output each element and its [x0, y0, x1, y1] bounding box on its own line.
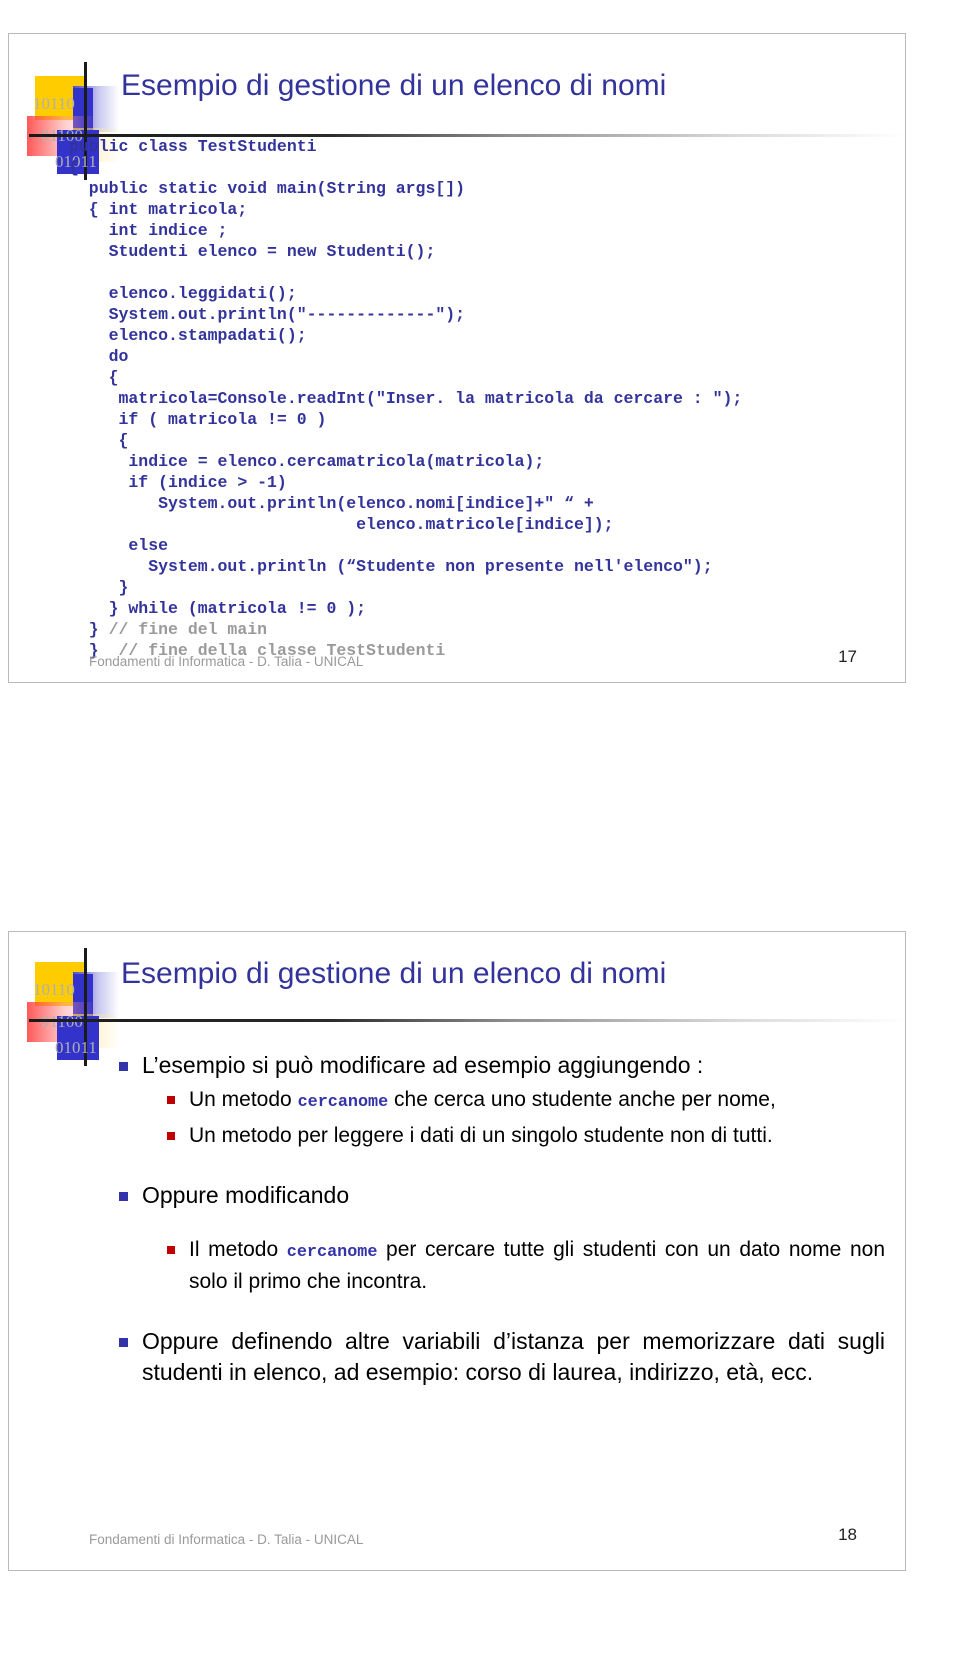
code-line: if ( matricola != 0 ) — [69, 410, 327, 429]
slide-2-title-rule — [29, 1019, 905, 1022]
code-line: System.out.println (“Studente non presen… — [69, 557, 713, 576]
logo-blue-square-top — [73, 974, 93, 1020]
logo-blue-gradient — [73, 972, 119, 1018]
bullet-text: Il metodo cercanome per cercare tutte gl… — [189, 1235, 885, 1296]
inline-code: cercanome — [297, 1093, 389, 1112]
bullet-text: Un metodo cercanome che cerca uno studen… — [189, 1085, 776, 1117]
slide-1-page-number: 17 — [838, 647, 857, 666]
bullet-item-level-1: Oppure definendo altre variabili d’istan… — [119, 1326, 885, 1388]
slide-2-footer: Fondamenti di Informatica - D. Talia - U… — [89, 1532, 364, 1547]
inline-text: Un metodo per leggere i dati di un singo… — [189, 1124, 773, 1147]
inline-text: che cerca uno studente anche per nome, — [388, 1088, 776, 1111]
code-comment: // fine del main — [108, 620, 268, 639]
bullet-text: Un metodo per leggere i dati di un singo… — [189, 1121, 773, 1150]
bullet-spacer — [119, 1300, 885, 1326]
bullet-square-icon — [167, 1246, 175, 1254]
code-line: elenco.stampadati(); — [69, 326, 307, 345]
code-line: } while (matricola != 0 ); — [69, 599, 367, 618]
slide-2-title: Esempio di gestione di un elenco di nomi — [121, 957, 667, 990]
code-line: { — [69, 368, 119, 387]
code-line: indice = elenco.cercamatricola(matricola… — [69, 452, 545, 471]
bullet-square-icon — [167, 1096, 175, 1104]
bullet-square-icon — [167, 1132, 175, 1140]
bullet-item-level-1: Oppure modificando — [119, 1180, 885, 1211]
logo-bits-top: 10110 — [33, 94, 75, 113]
code-line: System.out.println(elenco.nomi[indice]+"… — [69, 494, 594, 513]
logo-bits-middle: 01100 — [41, 1012, 83, 1032]
code-line: else — [69, 536, 169, 555]
inline-text: Oppure definendo altre variabili d’istan… — [142, 1328, 885, 1385]
slide-1-title: Esempio di gestione di un elenco di nomi — [121, 69, 667, 102]
code-line: { int matricola; — [69, 200, 248, 219]
bullet-spacer — [119, 1215, 885, 1235]
logo-blue-square-bottom — [57, 1016, 99, 1060]
code-line: Studenti elenco = new Studenti(); — [69, 242, 436, 261]
bullet-item-level-2: Il metodo cercanome per cercare tutte gl… — [167, 1235, 885, 1296]
bullet-square-icon — [119, 1192, 128, 1201]
bullet-item-level-2: Un metodo cercanome che cerca uno studen… — [167, 1085, 885, 1117]
code-line: } // fine del main — [69, 619, 742, 640]
logo-yellow-square — [35, 962, 87, 1006]
bullet-text: L’esempio si può modificare ad esempio a… — [142, 1050, 703, 1081]
code-line: { — [69, 158, 79, 177]
inline-text: Oppure modificando — [142, 1182, 350, 1208]
slide-2-page-number: 18 — [838, 1525, 857, 1544]
bullet-item-level-2: Un metodo per leggere i dati di un singo… — [167, 1121, 885, 1150]
logo-bits-bottom: 01011 — [55, 1038, 97, 1057]
bullet-text: Oppure modificando — [142, 1180, 349, 1211]
slide-1-footer: Fondamenti di Informatica - D. Talia - U… — [89, 654, 364, 669]
code-segment: } — [69, 620, 109, 639]
code-line: if (indice > -1) — [69, 473, 287, 492]
inline-text: L’esempio si può modificare ad esempio a… — [142, 1052, 704, 1078]
bullet-item-level-1: L’esempio si può modificare ad esempio a… — [119, 1050, 885, 1081]
slide-2-bullet-list: L’esempio si può modificare ad esempio a… — [119, 1050, 885, 1392]
inline-text: Un metodo — [189, 1088, 298, 1111]
code-line: System.out.println("-------------"); — [69, 305, 466, 324]
inline-code: cercanome — [286, 1243, 378, 1262]
code-line: elenco.matricole[indice]); — [69, 515, 614, 534]
code-line: public class TestStudenti — [69, 137, 317, 156]
code-line: do — [69, 347, 129, 366]
code-line: int indice ; — [69, 221, 228, 240]
bullet-text: Oppure definendo altre variabili d’istan… — [142, 1326, 885, 1388]
code-line: } — [69, 578, 129, 597]
bullet-spacer — [119, 1154, 885, 1180]
code-line: matricola=Console.readInt("Inser. la mat… — [69, 389, 743, 408]
bullet-square-icon — [119, 1338, 128, 1347]
code-line: public static void main(String args[]) — [69, 179, 466, 198]
logo-blue-gradient — [73, 86, 119, 132]
slide-1-code-block: public class TestStudenti { public static… — [69, 136, 742, 661]
logo-blue-square-top — [73, 88, 93, 134]
logo-yellow-square — [35, 76, 87, 120]
code-line: { — [69, 431, 129, 450]
slide-1: 10110 01100 01011 Esempio di gestione di… — [8, 33, 906, 683]
logo-red-gradient — [27, 1002, 97, 1042]
code-line: elenco.leggidati(); — [69, 284, 297, 303]
inline-text: Il metodo — [189, 1238, 287, 1261]
slide-2: 10110 01100 01011 Esempio di gestione di… — [8, 931, 906, 1571]
deck-logo: 10110 01100 01011 — [27, 948, 123, 1066]
bullet-square-icon — [119, 1062, 128, 1071]
logo-vertical-line — [84, 948, 87, 1066]
logo-bits-top: 10110 — [33, 980, 75, 999]
